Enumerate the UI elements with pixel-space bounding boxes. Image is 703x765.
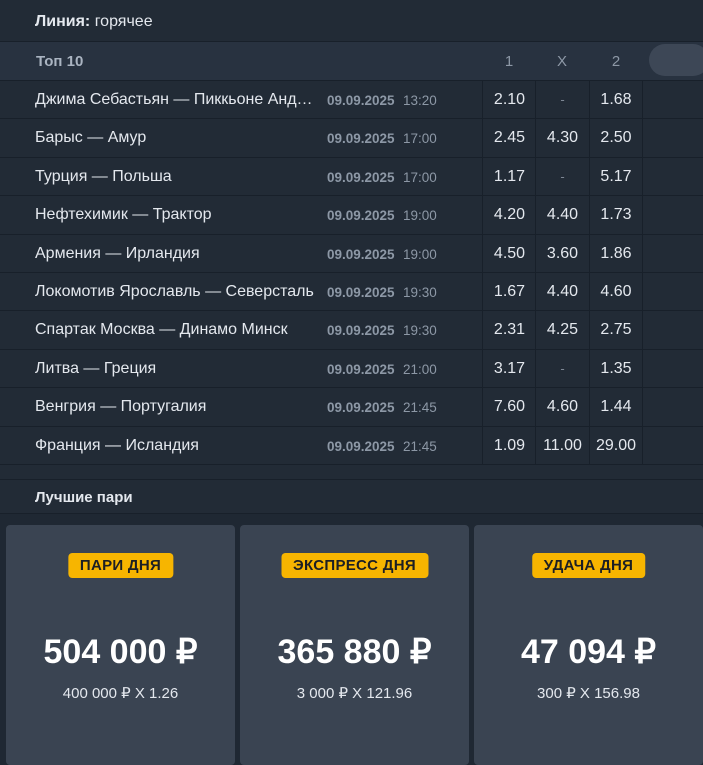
match-date: 09.09.2025 (327, 93, 395, 108)
bet-amount: 504 000 ₽ (43, 632, 198, 671)
odd-x: - (535, 157, 589, 196)
bet-badge: УДАЧА ДНЯ (531, 552, 646, 578)
match-date: 09.09.2025 (327, 361, 395, 377)
match-row[interactable]: Джима Себастьян — Пиккьоне Андреа 09.09.2… (0, 81, 703, 120)
match-time: 21:45 (403, 438, 437, 454)
odd-x: - (535, 81, 589, 119)
odd-1[interactable]: 3.17 (482, 349, 536, 388)
odd-1[interactable]: 4.50 (482, 234, 536, 272)
match-name: Литва — Греция (35, 359, 157, 377)
odd-x[interactable]: 4.40 (535, 196, 589, 234)
match-time: 19:00 (403, 208, 437, 224)
line-label: Линия: (35, 13, 91, 30)
match-time: 19:30 (403, 284, 437, 300)
match-name: Локомотив Ярославль — Северсталь (35, 282, 314, 300)
match-date: 09.09.2025 (327, 208, 395, 224)
match-time: 17:00 (403, 169, 437, 185)
match-row[interactable]: Литва — Греция 09.09.2025 21:00 3.17-1.35 (0, 349, 703, 389)
table-footer (0, 464, 703, 480)
match-time: 17:00 (403, 131, 437, 147)
odd-x: - (535, 349, 589, 388)
odd-1[interactable]: 1.17 (482, 157, 536, 196)
match-row[interactable]: Армения — Ирландия 09.09.2025 19:00 4.50 3.6… (0, 234, 703, 273)
column-header-x: X (556, 53, 567, 70)
odd-2[interactable]: 1.68 (589, 81, 643, 119)
match-name: Венгрия — Португалия (35, 398, 207, 416)
line-value: горячее (94, 13, 153, 30)
match-time: 21:00 (403, 361, 437, 377)
match-row[interactable]: Нефтехимик — Трактор 09.09.2025 19:00 4.20 4… (0, 196, 703, 235)
matches-table: Джима Себастьян — Пиккьоне Андреа 09.09.2… (0, 81, 703, 465)
odd-x[interactable]: 4.25 (535, 311, 589, 349)
express-of-day-card[interactable]: ЭКСПРЕСС ДНЯ 365 880 ₽ 3 000 ₽ X 121.96 (240, 524, 469, 765)
match-name: Турция — Польша (35, 167, 172, 185)
match-time: 19:00 (403, 246, 437, 262)
odd-1[interactable]: 1.09 (482, 426, 536, 464)
bet-amount: 47 094 ₽ (520, 632, 657, 671)
bet-formula: 3 000 ₽ X 121.96 (296, 684, 413, 702)
match-name: Франция — Исландия (35, 436, 199, 454)
odd-x[interactable]: 4.40 (535, 272, 589, 311)
match-time: 21:45 (403, 400, 437, 416)
top-10-title: Топ 10 (36, 53, 84, 70)
match-date: 09.09.2025 (327, 438, 395, 454)
best-bets-cards: ПАРИ ДНЯ 504 000 ₽ 400 000 ₽ X 1.26 ЭКСП… (0, 514, 703, 765)
match-name: Джима Себастьян — Пиккьоне Андреа (35, 91, 320, 108)
match-name: Спартак Москва — Динамо Минск (35, 321, 288, 339)
column-header-2: 2 (611, 53, 621, 70)
bet-of-day-card[interactable]: ПАРИ ДНЯ 504 000 ₽ 400 000 ₽ X 1.26 (6, 524, 235, 765)
match-date: 09.09.2025 (327, 131, 395, 147)
odd-2[interactable]: 1.35 (589, 349, 643, 388)
line-filter[interactable]: Линия: горячее (0, 0, 703, 42)
odd-1[interactable]: 7.60 (482, 388, 536, 426)
bet-badge: ЭКСПРЕСС ДНЯ (281, 552, 428, 578)
luck-of-day-card[interactable]: УДАЧА ДНЯ 47 094 ₽ 300 ₽ X 156.98 (474, 524, 703, 765)
odd-1[interactable]: 4.20 (482, 196, 536, 234)
top-10-header: Топ 10 1 X 2 (0, 42, 703, 81)
odd-1[interactable]: 1.67 (482, 272, 536, 311)
match-row[interactable]: Франция — Исландия 09.09.2025 21:45 1.09 11.… (0, 426, 703, 465)
odd-2[interactable]: 2.75 (589, 311, 643, 349)
odd-2[interactable]: 1.44 (589, 388, 643, 426)
best-bets-title: Лучшие пари (0, 479, 703, 514)
odd-2[interactable]: 5.17 (589, 157, 643, 196)
match-row[interactable]: Барыс — Амур 09.09.2025 17:00 2.45 4.30 2.50 (0, 119, 703, 158)
odd-2[interactable]: 1.86 (589, 234, 643, 272)
match-date: 09.09.2025 (327, 246, 395, 262)
match-row[interactable]: Спартак Москва — Динамо Минск 09.09.2025 1… (0, 311, 703, 350)
match-date: 09.09.2025 (327, 323, 395, 339)
odd-x[interactable]: 11.00 (535, 426, 589, 464)
odd-x[interactable]: 4.30 (535, 119, 589, 157)
odd-1[interactable]: 2.31 (482, 311, 536, 349)
odd-2[interactable]: 29.00 (589, 426, 643, 464)
odd-1[interactable]: 2.45 (482, 119, 536, 157)
odd-2[interactable]: 1.73 (589, 196, 643, 234)
odd-x[interactable]: 3.60 (535, 234, 589, 272)
match-row[interactable]: Локомотив Ярославль — Северсталь 09.09.20… (0, 272, 703, 312)
odd-2[interactable]: 4.60 (589, 272, 643, 311)
column-header-1: 1 (504, 53, 514, 70)
bet-formula: 300 ₽ X 156.98 (537, 684, 640, 702)
odd-x[interactable]: 4.60 (535, 388, 589, 426)
match-row[interactable]: Турция — Польша 09.09.2025 17:00 1.17-5.17 (0, 157, 703, 197)
match-row[interactable]: Венгрия — Португалия 09.09.2025 21:45 7.60 4… (0, 388, 703, 427)
match-time: 13:20 (403, 93, 437, 108)
match-name: Барыс — Амур (35, 129, 147, 147)
odd-1[interactable]: 2.10 (482, 81, 536, 119)
match-date: 09.09.2025 (327, 169, 395, 185)
bet-formula: 400 000 ₽ X 1.26 (62, 684, 179, 702)
match-date: 09.09.2025 (327, 284, 395, 300)
bet-amount: 365 880 ₽ (277, 632, 432, 671)
odd-2[interactable]: 2.50 (589, 119, 643, 157)
match-name: Нефтехимик — Трактор (35, 206, 212, 224)
match-name: Армения — Ирландия (35, 244, 200, 262)
bet-badge: ПАРИ ДНЯ (67, 552, 174, 578)
match-date: 09.09.2025 (327, 400, 395, 416)
scroll-toggle[interactable] (649, 44, 703, 76)
match-time: 19:30 (403, 323, 437, 339)
